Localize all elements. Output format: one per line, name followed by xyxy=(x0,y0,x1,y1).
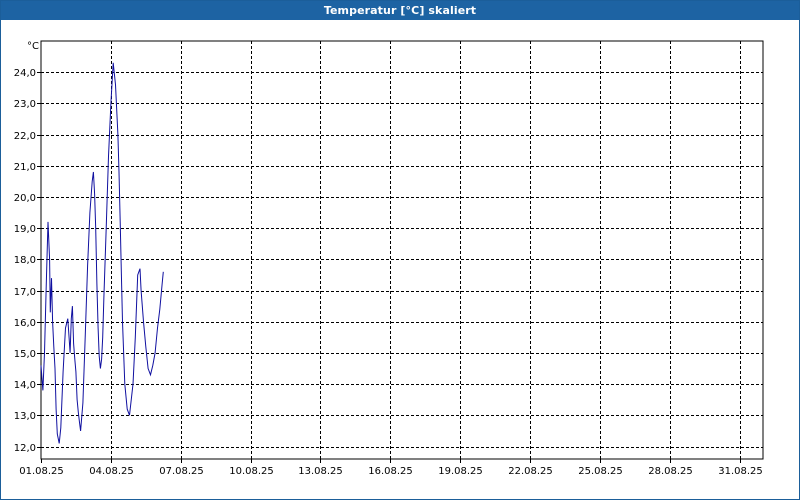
y-tick-label: 17,0 xyxy=(14,287,36,298)
y-tick-label: 16,0 xyxy=(14,318,36,329)
temperature-series-line xyxy=(40,62,164,444)
y-tick-labels: 12,0 13,0 14,0 15,0 16,0 17,0 18,0 19,0 20,0 21,0… xyxy=(14,68,36,454)
x-tick-label: 19.08.25 xyxy=(438,466,483,477)
y-tick-label: 24,0 xyxy=(14,68,36,79)
x-tick-label: 28.08.25 xyxy=(648,466,693,477)
x-tick-label: 10.08.25 xyxy=(229,466,274,477)
x-tick-label: 22.08.25 xyxy=(508,466,553,477)
x-tick-label: 25.08.25 xyxy=(578,466,623,477)
y-tick-label: 21,0 xyxy=(14,162,36,173)
x-tick-label: 16.08.25 xyxy=(368,466,413,477)
x-tick-labels: 01.08.25 04.08.25 07.08.25 10.08.25 13.08.25… xyxy=(19,466,763,477)
y-axis-unit: °C xyxy=(27,41,39,52)
y-tick-label: 14,0 xyxy=(14,380,36,391)
y-tick-label: 22,0 xyxy=(14,131,36,142)
x-tick-label: 31.08.25 xyxy=(718,466,763,477)
y-tick-label: 15,0 xyxy=(14,349,36,360)
y-tick-label: 13,0 xyxy=(14,411,36,422)
x-tick-label: 07.08.25 xyxy=(159,466,204,477)
y-tick-label: 18,0 xyxy=(14,255,36,266)
temperature-chart: 12,0 13,0 14,0 15,0 16,0 17,0 18,0 19,0 20,0 21,0… xyxy=(14,40,764,477)
chart-window: Temperatur [°C] skaliert 12,0 13,0 14,0 15,… xyxy=(0,0,800,500)
y-tick-label: 12,0 xyxy=(14,443,36,454)
axes xyxy=(37,40,764,463)
y-tick-label: 20,0 xyxy=(14,193,36,204)
y-tick-label: 23,0 xyxy=(14,99,36,110)
x-tick-label: 01.08.25 xyxy=(19,466,64,477)
x-tick-label: 04.08.25 xyxy=(89,466,134,477)
y-tick-label: 19,0 xyxy=(14,224,36,235)
series-layer xyxy=(40,62,164,444)
x-tick-label: 13.08.25 xyxy=(298,466,343,477)
grid-lines xyxy=(41,41,763,459)
